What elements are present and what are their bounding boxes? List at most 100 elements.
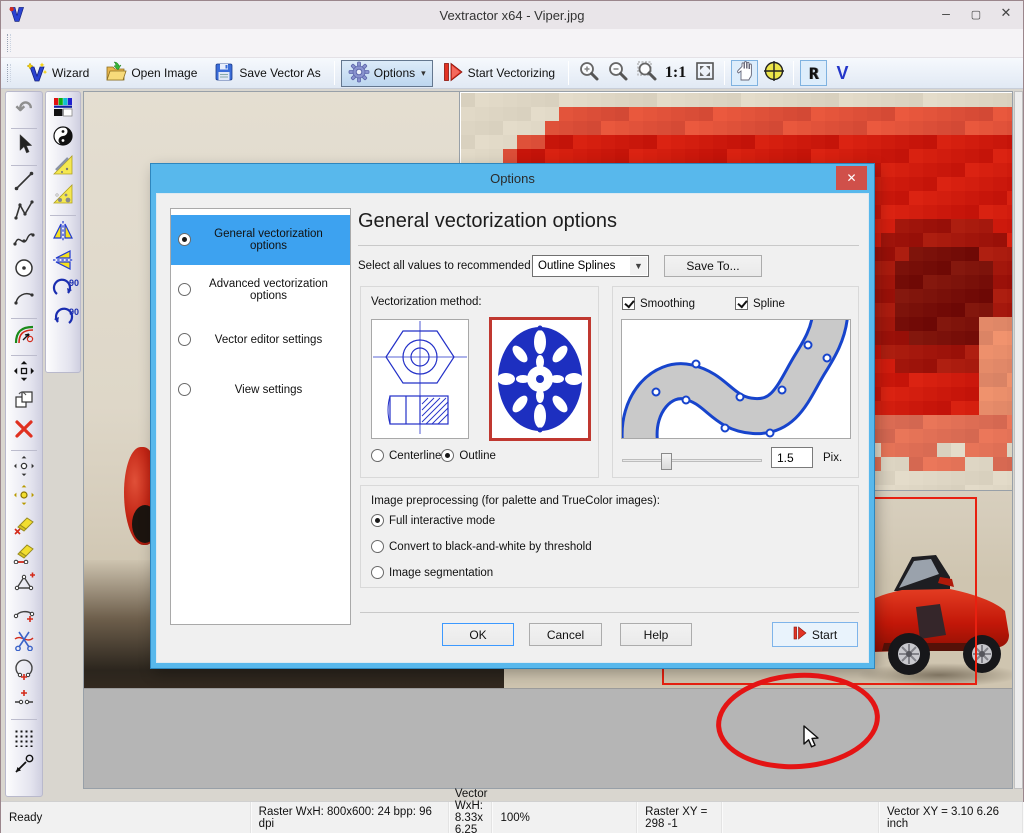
smoothing-slider[interactable]	[622, 453, 762, 467]
preprocessing-radio-option[interactable]: Full interactive mode	[371, 514, 592, 527]
tool-button[interactable]	[9, 541, 39, 570]
select-arrow-icon	[13, 133, 35, 160]
menu-item[interactable]	[97, 39, 113, 47]
checkbox-option[interactable]: Spline	[735, 297, 785, 310]
menu-item[interactable]	[17, 39, 33, 47]
edit-toolbar: ↶	[5, 91, 43, 797]
radio-icon	[178, 333, 191, 346]
scrollbar-track[interactable]	[1014, 91, 1023, 789]
options-button[interactable]: Options ▾	[341, 60, 433, 87]
erase-segment-icon	[13, 542, 35, 569]
line-tool-icon	[13, 170, 35, 197]
tool-button[interactable]	[9, 285, 39, 314]
zoom-actual-size-button[interactable]: 1:1	[662, 60, 689, 86]
tool-button[interactable]	[48, 182, 78, 211]
tool-button[interactable]	[48, 95, 78, 124]
tool-button[interactable]	[48, 153, 78, 182]
slider-thumb[interactable]	[661, 453, 672, 470]
dialog-nav-item[interactable]: General vectorization options	[171, 215, 350, 265]
zoom-out-button[interactable]	[604, 60, 631, 86]
recommended-for-value: Outline Splines	[538, 260, 615, 272]
pan-hand-button[interactable]	[731, 60, 758, 86]
ok-button[interactable]: OK	[442, 623, 514, 646]
tool-button[interactable]	[9, 657, 39, 686]
fit-to-window-button[interactable]	[691, 60, 718, 86]
tool-button[interactable]	[9, 322, 39, 351]
preprocessing-radio-label: Convert to black-and-white by threshold	[389, 541, 592, 553]
menu-item[interactable]	[33, 39, 49, 47]
tool-button[interactable]	[48, 248, 78, 277]
checkbox-option[interactable]: Smoothing	[622, 297, 695, 310]
move-node-icon	[13, 455, 35, 482]
save-to-button[interactable]: Save To...	[664, 255, 762, 277]
tool-button[interactable]	[9, 454, 39, 483]
tool-button[interactable]	[48, 124, 78, 153]
toolbar-separator	[793, 61, 794, 85]
tool-button[interactable]: ↶	[9, 95, 39, 124]
help-button[interactable]: Help	[620, 623, 692, 646]
menu-item[interactable]	[81, 39, 97, 47]
show-raster-button[interactable]: R	[800, 60, 827, 86]
zoom-in-button[interactable]	[575, 60, 602, 86]
open-folder-icon	[105, 61, 127, 86]
tool-button[interactable]	[48, 219, 78, 248]
slider-track	[622, 459, 762, 462]
tool-button[interactable]	[9, 483, 39, 512]
window-control-button[interactable]: ✕	[991, 1, 1021, 25]
despeckle-icon	[52, 183, 74, 210]
tool-button[interactable]	[9, 227, 39, 256]
undo-icon: ↶	[16, 99, 33, 120]
preprocessing-radio-option[interactable]: Convert to black-and-white by threshold	[371, 540, 592, 553]
tool-button[interactable]: 90	[48, 277, 78, 306]
tool-button[interactable]	[9, 132, 39, 161]
dialog-nav-item[interactable]: Advanced vectorization options	[171, 265, 350, 315]
tool-button[interactable]	[9, 599, 39, 628]
tool-button[interactable]	[9, 359, 39, 388]
tool-button[interactable]	[9, 388, 39, 417]
hand-icon	[734, 60, 756, 87]
start-button[interactable]: Start	[772, 622, 858, 647]
window-control-button[interactable]: ▢	[961, 1, 991, 25]
save-vector-as-button[interactable]: Save Vector As	[206, 60, 327, 87]
tool-button[interactable]	[9, 169, 39, 198]
dialog-nav-item[interactable]: View settings	[171, 365, 350, 415]
open-image-button[interactable]: Open Image	[98, 60, 204, 87]
invert-colors-icon	[52, 125, 74, 152]
menu-item[interactable]	[65, 39, 81, 47]
add-vertex-icon	[13, 571, 35, 598]
recommended-for-select[interactable]: Outline Splines ▼	[532, 255, 649, 277]
preprocessing-radio-option[interactable]: Image segmentation	[371, 566, 592, 579]
radio-icon	[178, 383, 191, 396]
zoom-window-button[interactable]	[633, 60, 660, 86]
close-icon: ✕	[846, 171, 856, 185]
tool-button[interactable]	[9, 723, 39, 752]
tool-button[interactable]: 90	[48, 306, 78, 335]
tool-button[interactable]	[9, 628, 39, 657]
wizard-button[interactable]: Wizard	[19, 60, 96, 87]
tool-button[interactable]	[9, 752, 39, 781]
tool-button[interactable]	[9, 256, 39, 285]
start-vectorizing-icon	[442, 61, 464, 86]
method-radio-option[interactable]: Centerline	[371, 449, 441, 462]
tool-button[interactable]	[9, 570, 39, 599]
tool-button[interactable]	[9, 417, 39, 446]
method-radio-option[interactable]: Outline	[441, 449, 495, 462]
start-vectorizing-button[interactable]: Start Vectorizing	[435, 60, 562, 87]
tolerance-input[interactable]	[771, 447, 813, 468]
tool-button[interactable]	[9, 512, 39, 541]
vector-letter-icon: V	[837, 63, 849, 84]
tool-button[interactable]	[9, 686, 39, 715]
cancel-button[interactable]: Cancel	[529, 623, 602, 646]
menu-item[interactable]	[113, 39, 129, 47]
vextractor-logo-icon	[8, 5, 26, 28]
tool-button[interactable]	[9, 198, 39, 227]
dialog-nav-item[interactable]: Vector editor settings	[171, 315, 350, 365]
menu-item[interactable]	[49, 39, 65, 47]
statusbar-panel: 100%	[492, 802, 637, 833]
dialog-close-button[interactable]: ✕	[836, 166, 867, 190]
show-vector-button[interactable]: V	[829, 60, 856, 86]
crosshair-target-icon	[763, 60, 785, 87]
window-control-button[interactable]: –	[931, 1, 961, 25]
crosshair-target-button[interactable]	[760, 60, 787, 86]
checkbox-label: Spline	[753, 298, 785, 310]
